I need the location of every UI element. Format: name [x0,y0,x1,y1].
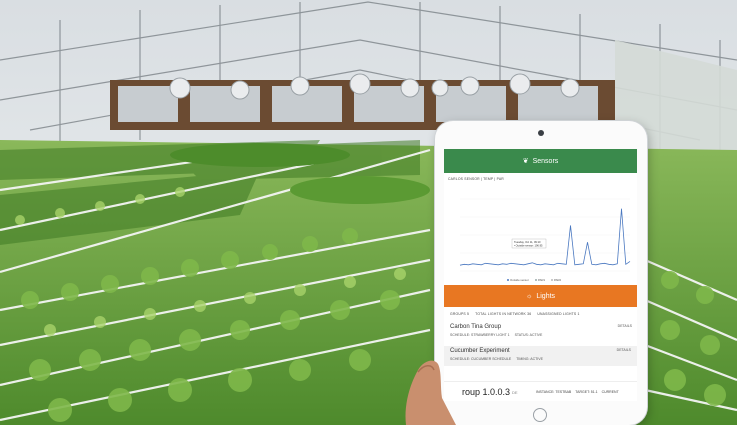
tab-unassigned[interactable]: UNASSIGNED LIGHTS 1 [537,312,579,316]
group-item[interactable]: Cucumber Experiment DETAILS SCHEDULE: CU… [444,346,637,366]
meta-target: TARGET: 51.1 [575,390,598,394]
sensor-tabs[interactable]: CARLOS SENSOR | TEMP | PAR [448,177,504,181]
tab-total-lights[interactable]: TOTAL LIGHTS IN NETWORK 36 [475,312,531,316]
lights-title: Lights [536,292,556,300]
selected-group-meta: INSTANCE: TESTBAB TARGET: 51.1 CURRENT [536,390,619,394]
group-name: Carbon Tina Group [450,324,502,330]
details-link[interactable]: DETAILS [617,348,631,354]
meta-current: CURRENT [601,390,619,394]
group-item[interactable]: Carbon Tina Group DETAILS SCHEDULE: STRA… [450,324,632,337]
tooltip-line-2: • Outside sensor: 196.95 [514,244,543,248]
tablet-camera [538,130,544,136]
lights-header[interactable]: ☼ Lights [444,285,637,307]
chart-gridlines [460,198,630,272]
chart-tooltip: Tuesday, Oct 11, 09:10 • Outside sensor:… [511,238,547,249]
chart-legend: Outside sensor PAR1 PAR2 [507,278,562,282]
group-status: STATUS: ACTIVE [514,333,543,337]
selected-group-suffix: DE [512,389,518,395]
sensors-title: Sensors [532,157,559,165]
legend-item-3: PAR2 [554,278,562,282]
home-button[interactable] [533,408,547,422]
lightbulb-icon: ☼ [525,292,533,300]
meta-instance: INSTANCE: TESTBAB [536,390,572,394]
hand-holding-tablet [405,360,456,425]
legend-item-1: Outside sensor [510,278,529,282]
tablet-screen: ❦ Sensors CARLOS SENSOR | TEMP | PAR Tue… [444,149,637,401]
legend-item-2: PAR1 [538,278,546,282]
selected-group-name: roup 1.0.0.3 [462,387,511,397]
sensor-chart[interactable]: Tuesday, Oct 11, 09:10 • Outside sensor:… [448,187,633,283]
group-name: Cucumber Experiment [450,348,510,354]
selected-group-row[interactable]: roup 1.0.0.3 DE INSTANCE: TESTBAB TARGET… [444,381,637,401]
leaf-icon: ❦ [522,158,529,165]
tab-groups[interactable]: GROUPS 5 [450,312,469,316]
photo-scene: ❦ Sensors CARLOS SENSOR | TEMP | PAR Tue… [0,0,737,425]
tooltip-line-1: Tuesday, Oct 11, 09:10 [514,240,541,244]
group-schedule: SCHEDULE: CUCUMBER SCHEDULE [450,357,512,361]
details-link[interactable]: DETAILS [618,324,632,330]
light-tabs: GROUPS 5 TOTAL LIGHTS IN NETWORK 36 UNAS… [450,312,632,316]
group-schedule: SCHEDULE: STRAWBERRY LIGHT 1 [450,333,510,337]
sensors-header[interactable]: ❦ Sensors [444,149,637,173]
group-status: TIMING: ACTIVE [516,357,543,361]
tablet-device: ❦ Sensors CARLOS SENSOR | TEMP | PAR Tue… [435,121,647,425]
